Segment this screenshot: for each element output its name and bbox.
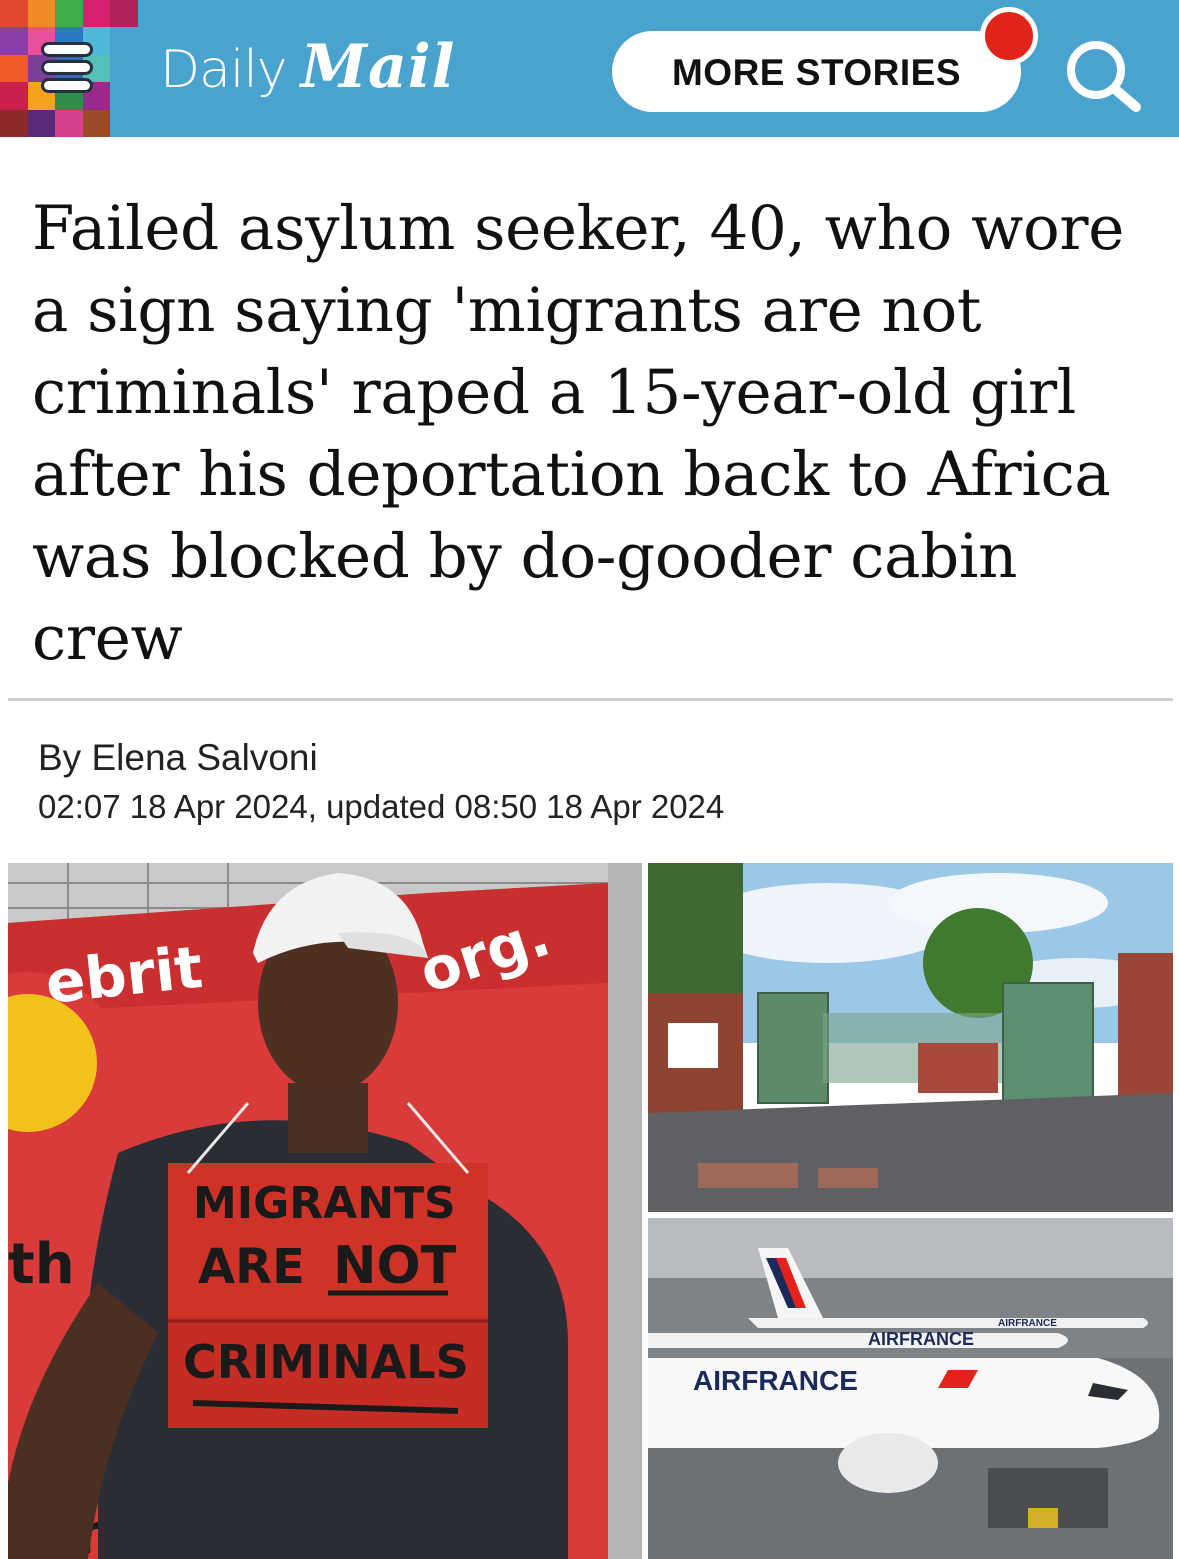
article-image-air-france-planes[interactable]: AIRFRANCE AIRFRANCE AIRFRANCE <box>648 1218 1173 1559</box>
byline-prefix: By <box>38 737 92 778</box>
airline-text-front: AIRFRANCE <box>693 1365 858 1396</box>
more-stories-button[interactable]: MORE STORIES <box>612 31 1021 112</box>
article-headline: Failed asylum seeker, 40, who wore a sig… <box>32 193 1125 674</box>
sign-text-line2b: NOT <box>333 1236 457 1296</box>
sign-text-line1: MIGRANTS <box>193 1178 456 1229</box>
banner-text-3: th <box>8 1232 75 1297</box>
logo-daily: Daily <box>160 40 288 100</box>
headline-divider <box>8 698 1173 701</box>
notification-dot <box>980 7 1038 65</box>
sign-text-line2a: ARE <box>198 1239 305 1295</box>
logo-mail: Mail <box>300 32 456 102</box>
byline: By Elena Salvoni <box>38 737 318 779</box>
site-logo[interactable]: Daily Mail <box>160 32 455 102</box>
article-timestamp: 02:07 18 Apr 2024, updated 08:50 18 Apr … <box>38 788 725 825</box>
hamburger-menu-icon <box>34 34 100 100</box>
article-image-protester[interactable]: ebrit org. th an MIGRANTS ARE NOT CRIMIN… <box>8 863 642 1559</box>
airline-text-back: AIRFRANCE <box>998 1318 1057 1329</box>
sign-text-line3: CRIMINALS <box>183 1335 469 1389</box>
site-header: Daily Mail MORE STORIES <box>0 0 1179 137</box>
menu-button[interactable] <box>0 0 138 137</box>
airline-text-middle: AIRFRANCE <box>868 1329 974 1349</box>
article-image-detention-gate[interactable] <box>648 863 1173 1212</box>
author-link[interactable]: Elena Salvoni <box>91 737 317 778</box>
search-icon[interactable] <box>1060 34 1146 114</box>
